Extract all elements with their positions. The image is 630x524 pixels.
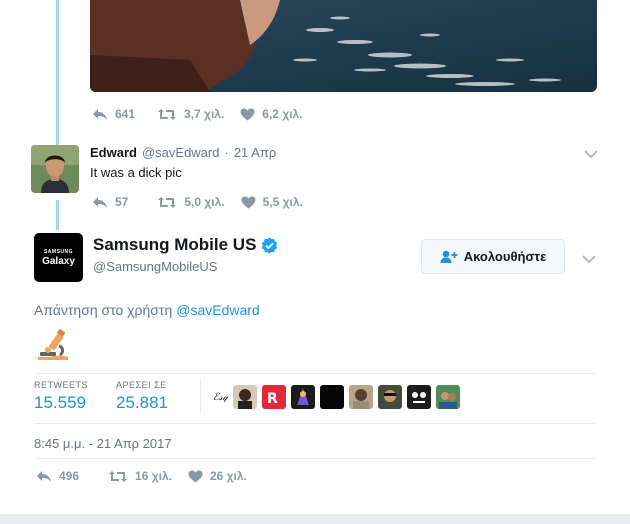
- retweets-stat[interactable]: RETWEETS 15.559: [34, 380, 88, 413]
- retweet-icon: [158, 108, 177, 120]
- tweet-photo[interactable]: [90, 0, 597, 92]
- mention-link[interactable]: @savEdward: [176, 302, 259, 318]
- divider: [34, 458, 597, 459]
- likes-stat[interactable]: ΑΡΕΣΕΙ ΣΕ 25.881: [116, 380, 168, 413]
- stat-label: RETWEETS: [34, 380, 89, 390]
- liker-avatar[interactable]: [232, 385, 257, 409]
- avatar[interactable]: [31, 145, 79, 193]
- reply-action[interactable]: 57: [92, 195, 128, 209]
- liker-avatar[interactable]: R: [261, 385, 286, 409]
- liker-name-label[interactable]: ℰ𝓈𝓆: [213, 392, 228, 403]
- svg-text:R: R: [267, 391, 278, 407]
- follow-button[interactable]: Ακολουθήστε: [421, 239, 565, 274]
- heart-icon: [241, 196, 256, 208]
- avatar[interactable]: SAMSUNG Galaxy: [34, 233, 83, 282]
- reply-icon: [37, 470, 51, 482]
- reply-icon: [93, 108, 107, 120]
- retweet-icon: [109, 470, 128, 482]
- retweet-action[interactable]: 3,7 χιλ.: [157, 107, 224, 121]
- divider: [34, 373, 597, 374]
- like-count: 5,5 χιλ.: [262, 195, 303, 209]
- follow-button-label: Ακολουθήστε: [463, 249, 547, 264]
- tweet-text: It was a dick pic: [90, 165, 182, 180]
- chevron-down-icon[interactable]: [584, 146, 598, 164]
- user-name[interactable]: Edward: [90, 145, 137, 160]
- tweet-actions: 641 3,7 χιλ. 6,2 χιλ.: [92, 107, 303, 121]
- retweet-count: 5,0 χιλ.: [184, 195, 225, 209]
- reply-tweet-header: Edward @savEdward · 21 Απρ: [90, 145, 276, 160]
- reply-action[interactable]: 641: [92, 107, 135, 121]
- retweet-action[interactable]: 16 χιλ.: [108, 469, 172, 483]
- thread-line: [56, 0, 59, 146]
- liker-avatar[interactable]: [348, 385, 373, 409]
- reply-count: 57: [115, 195, 129, 209]
- reply-count: 641: [115, 107, 136, 121]
- avatar-product: Galaxy: [42, 255, 75, 267]
- stat-label: ΑΡΕΣΕΙ ΣΕ: [116, 380, 167, 390]
- dot-separator: ·: [224, 145, 229, 160]
- like-action[interactable]: 5,5 χιλ.: [241, 195, 303, 209]
- reply-icon: [93, 196, 107, 208]
- retweet-count: 3,7 χιλ.: [184, 107, 225, 121]
- stat-value: 15.559: [34, 393, 86, 412]
- liker-avatar[interactable]: [290, 385, 315, 409]
- like-count: 26 χιλ.: [209, 469, 247, 483]
- divider: [34, 423, 597, 424]
- retweet-count: 16 χιλ.: [135, 469, 172, 483]
- replying-to: Απάντηση στο χρήστη @savEdward: [34, 302, 260, 318]
- user-name-row: Samsung Mobile US: [93, 235, 278, 255]
- liker-avatar[interactable]: [406, 385, 431, 409]
- user-handle[interactable]: @savEdward: [142, 145, 220, 160]
- liker-avatar[interactable]: [319, 385, 344, 409]
- divider: [200, 378, 201, 414]
- heart-icon: [188, 470, 203, 482]
- replying-to-label: Απάντηση στο χρήστη: [34, 302, 173, 318]
- liker-avatar[interactable]: [435, 385, 460, 409]
- like-count: 6,2 χιλ.: [262, 107, 303, 121]
- user-name[interactable]: Samsung Mobile US: [93, 235, 256, 255]
- stat-value: 25.881: [116, 393, 168, 412]
- microscope-emoji: [36, 328, 70, 367]
- retweet-icon: [158, 196, 177, 208]
- tweet-date[interactable]: 21 Απρ: [234, 145, 276, 160]
- heart-icon: [240, 108, 255, 120]
- page-bottom-band: [0, 514, 630, 524]
- liker-avatar[interactable]: [377, 385, 402, 409]
- tweet-actions: 496 16 χιλ. 26 χιλ.: [36, 469, 247, 483]
- user-handle[interactable]: @SamsungMobileUS: [93, 259, 217, 274]
- add-user-icon: [440, 250, 458, 263]
- like-action[interactable]: 26 χιλ.: [188, 469, 247, 483]
- chevron-down-icon[interactable]: [582, 251, 596, 269]
- tweet-timestamp[interactable]: 8:45 μ.μ. - 21 Απρ 2017: [34, 436, 172, 451]
- reply-action[interactable]: 496: [36, 469, 79, 483]
- avatar-brand: SAMSUNG: [43, 248, 74, 255]
- like-action[interactable]: 6,2 χιλ.: [240, 107, 303, 121]
- tweet-actions: 57 5,0 χιλ. 5,5 χιλ.: [92, 195, 303, 209]
- thread-line: [56, 200, 59, 230]
- verified-icon: [262, 237, 278, 253]
- retweet-action[interactable]: 5,0 χιλ.: [157, 195, 225, 209]
- reply-count: 496: [59, 469, 80, 483]
- liker-avatars: ℰ𝓈𝓆 R: [213, 385, 465, 409]
